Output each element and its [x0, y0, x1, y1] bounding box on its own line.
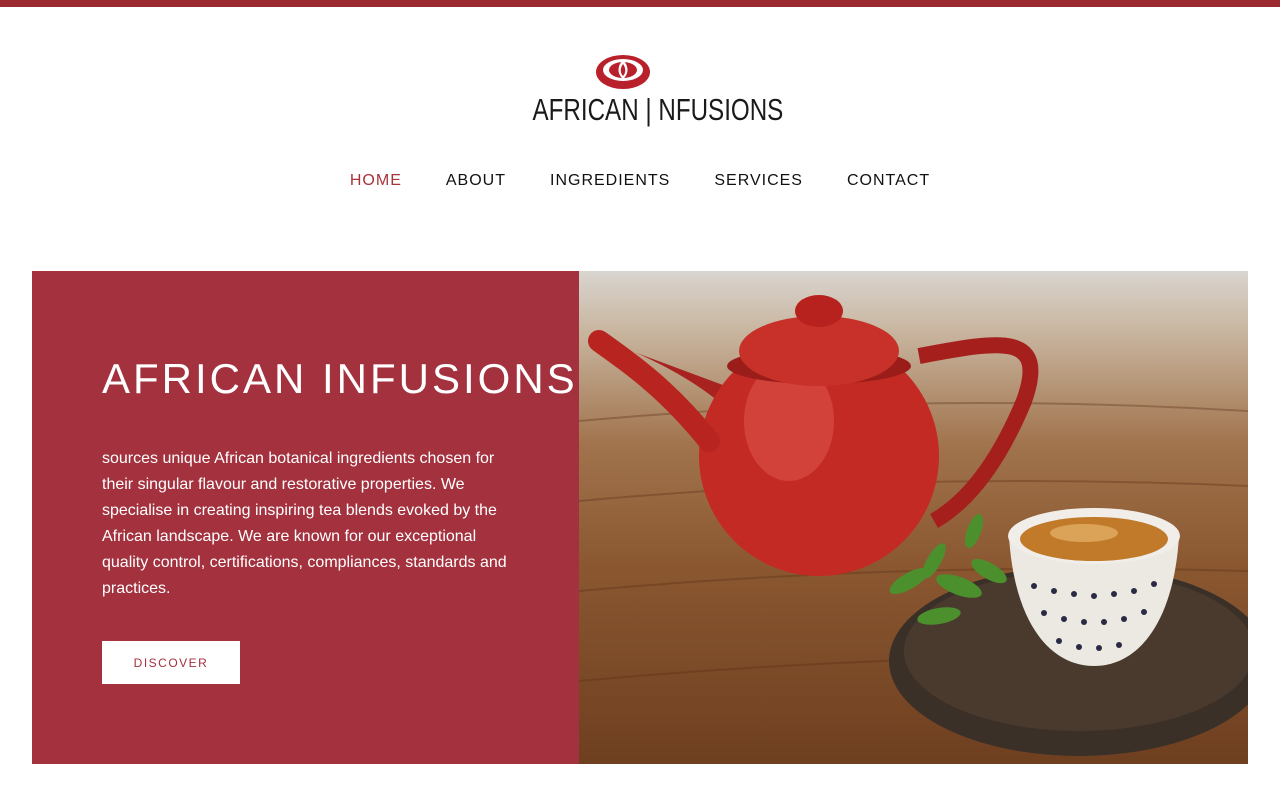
nav-item-services[interactable]: SERVICES	[692, 172, 825, 190]
logo-wordmark: AFRICAN | NFUSIONS	[532, 92, 784, 127]
nav-item-contact[interactable]: CONTACT	[825, 172, 952, 190]
site-logo[interactable]: AFRICAN | NFUSIONS	[507, 52, 784, 132]
nav-item-home[interactable]: HOME	[328, 172, 424, 190]
nav-item-about[interactable]: ABOUT	[424, 172, 528, 190]
hero-description: sources unique African botanical ingredi…	[102, 450, 507, 597]
logo-emblem-icon	[596, 55, 650, 89]
teapot-illustration-icon	[579, 295, 1248, 756]
hero-image-teapot	[579, 271, 1248, 764]
main-nav: HOME ABOUT INGREDIENTS SERVICES CONTACT	[0, 172, 1280, 190]
hero-section: AFRICAN INFUSIONS sources unique African…	[32, 271, 1248, 764]
discover-button[interactable]: DISCOVER	[102, 641, 240, 684]
top-accent-bar	[0, 0, 1280, 7]
nav-item-ingredients[interactable]: INGREDIENTS	[528, 172, 692, 190]
hero-title: AFRICAN INFUSIONS	[102, 355, 578, 402]
hero-text-panel: AFRICAN INFUSIONS sources unique African…	[32, 271, 579, 764]
